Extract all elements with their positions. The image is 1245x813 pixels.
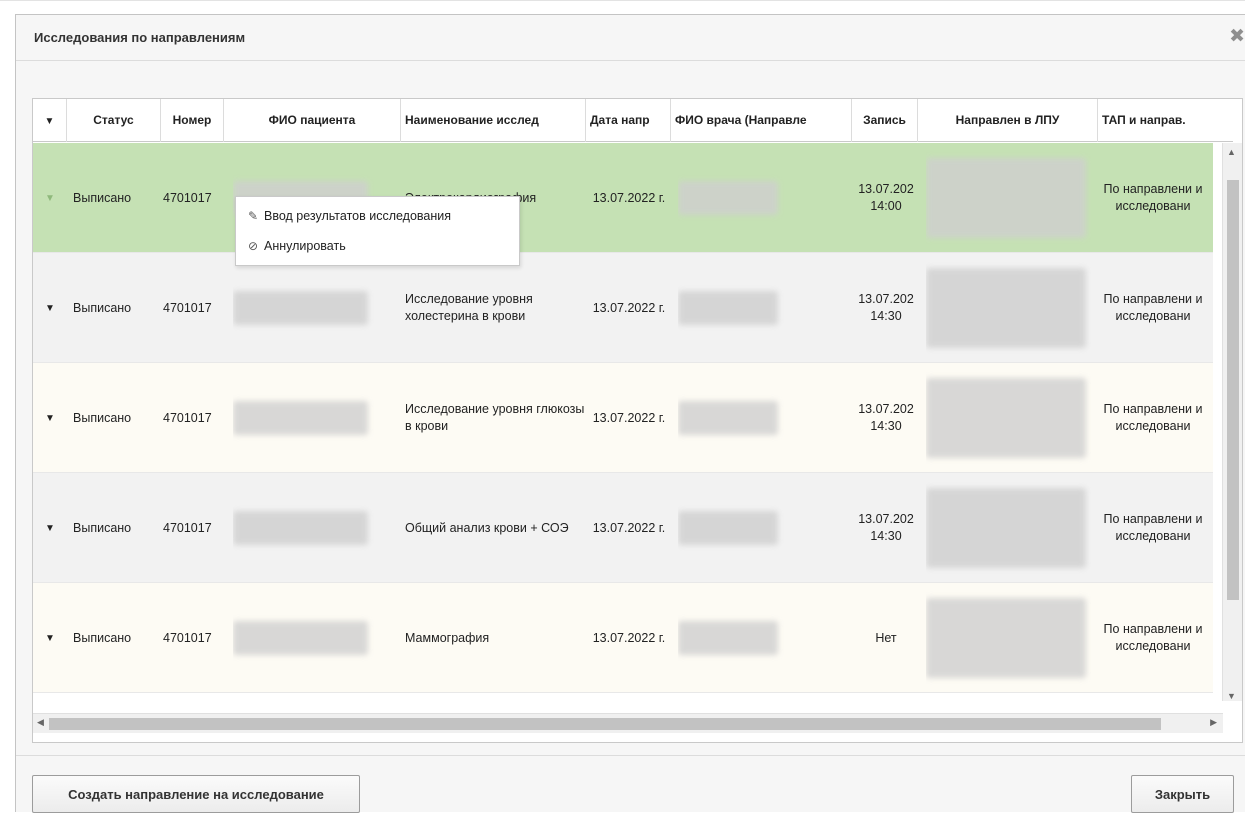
cell-lpu <box>926 583 1091 693</box>
cell-number: 4701017 <box>163 521 212 535</box>
footer-divider <box>16 755 1245 756</box>
cell-number: 4701017 <box>163 301 212 315</box>
cell-study-name: Исследование уровня глюкозы в крови <box>405 402 585 433</box>
table-row[interactable]: ▼ Выписано 4701017 Электрокардиография 1… <box>33 143 1213 253</box>
scroll-down-icon[interactable]: ▼ <box>1227 691 1236 701</box>
column-study-name[interactable]: Наименование исслед <box>401 99 586 142</box>
cell-lpu <box>926 363 1091 473</box>
scroll-left-icon[interactable]: ◀ <box>37 717 44 728</box>
cell-lpu <box>926 143 1091 253</box>
research-dialog: Исследования по направлениям ✖ ▼ Статус … <box>15 14 1245 813</box>
cell-status: Выписано <box>73 301 132 315</box>
menu-item-cancel[interactable]: ⊘ Аннулировать <box>248 235 346 257</box>
column-status[interactable]: Статус <box>67 99 161 142</box>
cell-status: Выписано <box>73 191 132 205</box>
dialog-title: Исследования по направлениям <box>34 30 246 45</box>
cell-number: 4701017 <box>163 631 212 645</box>
close-icon[interactable]: ✖ <box>1229 27 1245 46</box>
column-record[interactable]: Запись <box>852 99 918 142</box>
dialog-titlebar: Исследования по направлениям ✖ <box>16 15 1245 61</box>
cell-lpu <box>926 253 1091 363</box>
menu-item-label: Аннулировать <box>264 239 346 253</box>
cell-tap: По направлени и исследовани <box>1103 182 1203 213</box>
scroll-right-icon[interactable]: ▶ <box>1210 717 1217 728</box>
cell-record: 13.07.202 14:30 <box>858 402 914 433</box>
top-border <box>0 0 1245 1</box>
cell-date: 13.07.2022 г. <box>592 520 666 535</box>
column-doctor-name[interactable]: ФИО врача (Направле <box>671 99 852 142</box>
cell-status: Выписано <box>73 521 132 535</box>
cell-date: 13.07.2022 г. <box>592 190 666 205</box>
chevron-down-icon[interactable]: ▼ <box>33 583 67 693</box>
grid-header: ▼ Статус Номер ФИО пациента Наименование… <box>33 99 1233 142</box>
column-lpu[interactable]: Направлен в ЛПУ <box>918 99 1098 142</box>
cell-doctor-name <box>678 583 848 693</box>
column-date[interactable]: Дата напр <box>586 99 671 142</box>
cell-doctor-name <box>678 363 848 473</box>
cell-date: 13.07.2022 г. <box>592 300 666 315</box>
vertical-scrollbar[interactable]: ▲ ▼ <box>1222 143 1242 701</box>
cell-status: Выписано <box>73 411 132 425</box>
context-menu: ✎ Ввод результатов исследования ⊘ Аннулиро… <box>235 196 520 266</box>
chevron-down-icon[interactable]: ▼ <box>33 143 67 253</box>
cell-study-name: Общий анализ крови + СОЭ <box>405 520 569 535</box>
cell-patient-name <box>233 363 393 473</box>
chevron-down-icon[interactable]: ▼ <box>33 253 67 363</box>
studies-grid: ▼ Статус Номер ФИО пациента Наименование… <box>32 98 1243 743</box>
cell-patient-name <box>233 583 393 693</box>
menu-item-enter-results[interactable]: ✎ Ввод результатов исследования <box>248 205 451 227</box>
cell-tap: По направлени и исследовани <box>1103 402 1203 433</box>
cell-tap: По направлени и исследовани <box>1103 512 1203 543</box>
vertical-scroll-thumb[interactable] <box>1227 180 1239 600</box>
cell-number: 4701017 <box>163 411 212 425</box>
cell-date: 13.07.2022 г. <box>592 630 666 645</box>
column-number[interactable]: Номер <box>161 99 224 142</box>
cell-study-name: Исследование уровня холестерина в крови <box>405 292 533 323</box>
chevron-down-icon[interactable]: ▼ <box>33 363 67 473</box>
cell-record: 13.07.202 14:30 <box>858 292 914 323</box>
cell-study-name: Маммография <box>405 630 490 645</box>
expand-all-column[interactable]: ▼ <box>33 99 67 142</box>
cell-lpu <box>926 473 1091 583</box>
grid-body: ▼ Выписано 4701017 Электрокардиография 1… <box>33 143 1213 701</box>
cell-patient-name <box>233 253 393 363</box>
cell-tap: По направлени и исследовани <box>1103 292 1203 323</box>
cell-doctor-name <box>678 473 848 583</box>
cell-record: 13.07.202 14:00 <box>858 182 914 213</box>
horizontal-scroll-thumb[interactable] <box>49 718 1161 730</box>
table-row[interactable]: ▼ Выписано 4701017 Исследование уровня г… <box>33 363 1213 473</box>
cancel-icon: ⊘ <box>248 239 259 253</box>
create-referral-button[interactable]: Создать направление на исследование <box>32 775 360 813</box>
cell-doctor-name <box>678 253 848 363</box>
table-row[interactable]: ▼ Выписано 4701017 Исследование уровня х… <box>33 253 1213 363</box>
cell-patient-name <box>233 473 393 583</box>
cell-record: 13.07.202 14:30 <box>858 512 914 543</box>
cell-record: Нет <box>875 630 897 645</box>
cell-date: 13.07.2022 г. <box>592 410 666 425</box>
cell-doctor-name <box>678 143 848 253</box>
close-button[interactable]: Закрыть <box>1131 775 1234 813</box>
scroll-up-icon[interactable]: ▲ <box>1227 147 1236 157</box>
horizontal-scrollbar[interactable]: ◀ ▶ <box>33 713 1223 733</box>
column-patient-name[interactable]: ФИО пациента <box>224 99 401 142</box>
cell-number: 4701017 <box>163 191 212 205</box>
chevron-down-icon[interactable]: ▼ <box>33 473 67 583</box>
pencil-icon: ✎ <box>248 209 259 223</box>
column-tap[interactable]: ТАП и направ. <box>1098 99 1238 142</box>
menu-item-label: Ввод результатов исследования <box>264 209 452 223</box>
cell-status: Выписано <box>73 631 132 645</box>
cell-tap: По направлени и исследовани <box>1103 622 1203 653</box>
table-row[interactable]: ▼ Выписано 4701017 Общий анализ крови + … <box>33 473 1213 583</box>
table-row[interactable]: ▼ Выписано 4701017 Маммография 13.07.202… <box>33 583 1213 693</box>
